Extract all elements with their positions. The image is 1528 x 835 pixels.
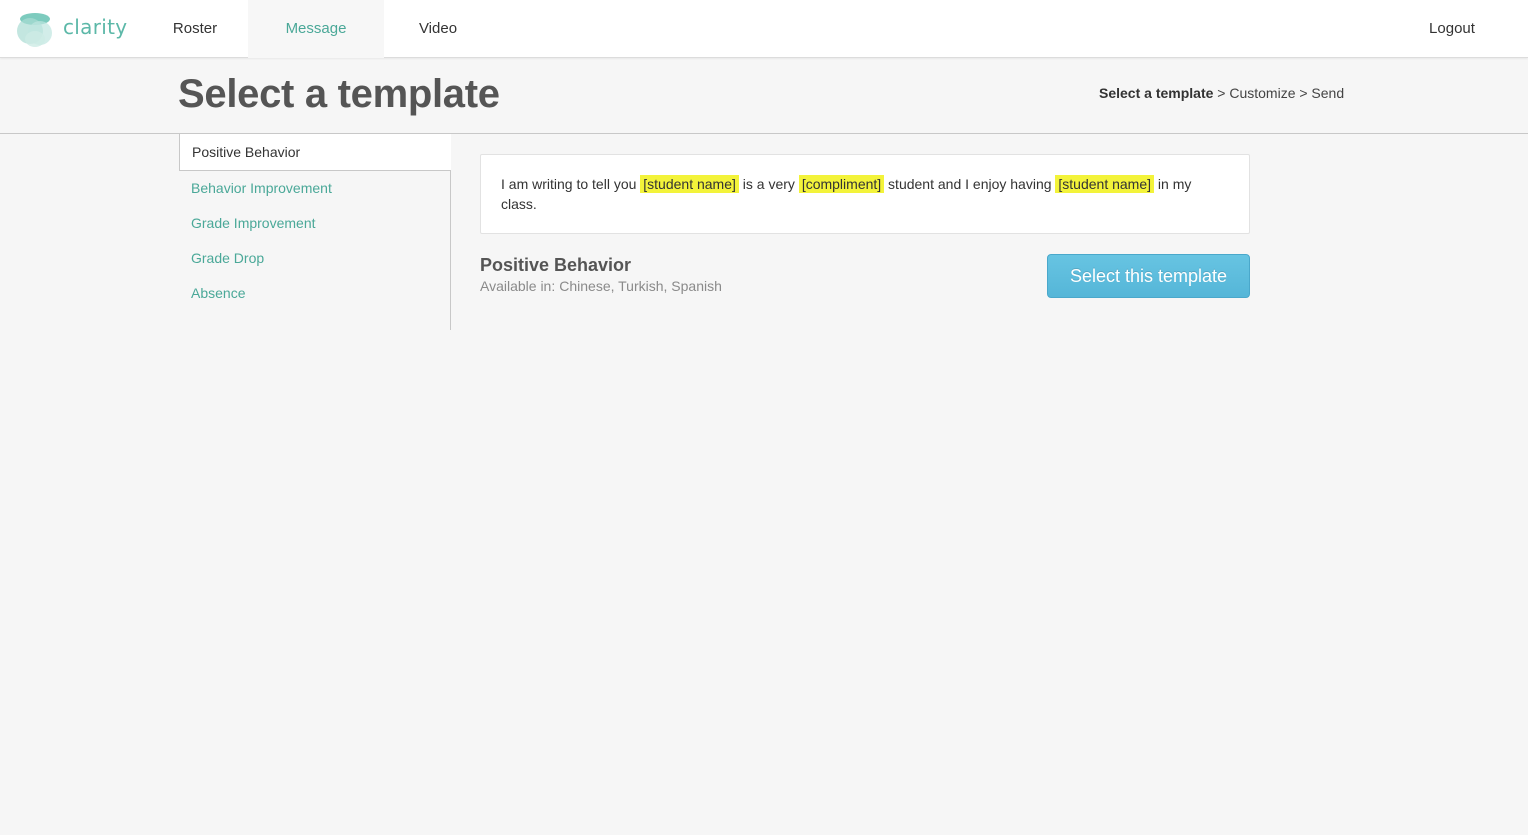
logo-link[interactable]: clarity bbox=[16, 9, 128, 49]
step-remaining: > Customize > Send bbox=[1213, 85, 1345, 101]
placeholder-compliment: [compliment] bbox=[798, 175, 885, 193]
nav-message[interactable]: Message bbox=[248, 0, 384, 58]
template-languages: Available in: Chinese, Turkish, Spanish bbox=[480, 278, 722, 294]
top-nav: clarity Roster Message Video Logout bbox=[0, 0, 1528, 58]
languages-list: Chinese, Turkish, Spanish bbox=[559, 278, 722, 294]
cloud-icon bbox=[17, 13, 52, 47]
template-item-grade-improvement[interactable]: Grade Improvement bbox=[179, 206, 450, 241]
template-item-grade-drop[interactable]: Grade Drop bbox=[179, 241, 450, 276]
page-header: Select a template Select a template > Cu… bbox=[0, 58, 1528, 134]
select-template-button[interactable]: Select this template bbox=[1047, 254, 1250, 298]
preview-text: is a very bbox=[738, 176, 799, 192]
languages-label: Available in: bbox=[480, 278, 556, 294]
template-item-positive-behavior[interactable]: Positive Behavior bbox=[179, 134, 451, 171]
template-item-behavior-improvement[interactable]: Behavior Improvement bbox=[179, 171, 450, 206]
nav-roster[interactable]: Roster bbox=[160, 0, 230, 58]
placeholder-student-name: [student name] bbox=[1055, 175, 1155, 193]
preview-text: student and I enjoy having bbox=[884, 176, 1056, 192]
template-name: Positive Behavior bbox=[480, 255, 632, 275]
step-breadcrumb: Select a template > Customize > Send bbox=[1099, 85, 1344, 101]
template-list: Positive Behavior Behavior Improvement G… bbox=[179, 134, 451, 330]
nav-video[interactable]: Video bbox=[408, 0, 468, 58]
step-current: Select a template bbox=[1099, 85, 1214, 101]
app-name: clarity bbox=[63, 15, 128, 39]
message-preview: I am writing to tell you [student name] … bbox=[480, 154, 1250, 234]
logout-link[interactable]: Logout bbox=[1416, 0, 1488, 58]
preview-text: I am writing to tell you bbox=[501, 176, 641, 192]
template-item-absence[interactable]: Absence bbox=[179, 276, 450, 311]
page-title: Select a template bbox=[178, 72, 500, 116]
placeholder-student-name: [student name] bbox=[640, 175, 739, 193]
